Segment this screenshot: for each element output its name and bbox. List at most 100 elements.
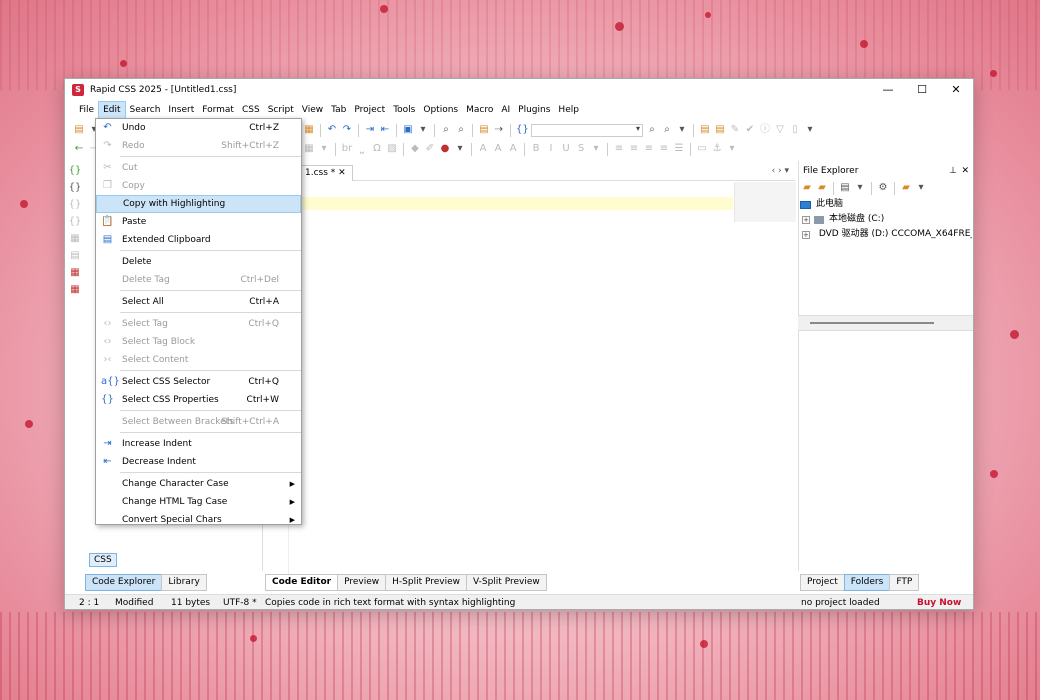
- menu-options[interactable]: Options: [419, 102, 462, 118]
- tree-item-dvd-drive[interactable]: + DVD 驱动器 (D:) CCCOMA_X64FRE_: [800, 227, 972, 242]
- dropdown-arrow-icon[interactable]: ▾: [726, 143, 738, 155]
- menu-tools[interactable]: Tools: [389, 102, 419, 118]
- undo-toolbar-icon[interactable]: ↶: [326, 124, 338, 136]
- folder-up-icon[interactable]: ▰: [801, 182, 813, 194]
- menu-edit[interactable]: Edit: [98, 101, 126, 119]
- font-color-icon[interactable]: A: [477, 143, 489, 155]
- menu-plugins[interactable]: Plugins: [514, 102, 554, 118]
- maximize-button[interactable]: ☐: [905, 79, 939, 101]
- lock-icon[interactable]: ▯: [789, 124, 801, 136]
- find-in-files-icon[interactable]: ▤: [478, 124, 490, 136]
- font-size-icon[interactable]: A: [492, 143, 504, 155]
- view-mode-icon[interactable]: ▤: [839, 182, 851, 194]
- css-file-icon[interactable]: ▦: [68, 266, 82, 280]
- paste-toolbar-icon[interactable]: ▦: [303, 124, 315, 136]
- menu-item-delete[interactable]: Delete: [96, 253, 301, 271]
- search-combo[interactable]: [531, 123, 643, 137]
- menu-item-increase-indent[interactable]: ⇥ Increase Indent: [96, 435, 301, 453]
- find-icon[interactable]: ⌕: [440, 124, 452, 136]
- menu-item-decrease-indent[interactable]: ⇤ Decrease Indent: [96, 453, 301, 471]
- menu-script[interactable]: Script: [264, 102, 298, 118]
- bracket-icon[interactable]: {}: [516, 124, 529, 136]
- menu-macro[interactable]: Macro: [462, 102, 497, 118]
- menu-project[interactable]: Project: [350, 102, 389, 118]
- image-icon[interactable]: ▧: [386, 143, 398, 155]
- uncomment-icon[interactable]: ▤: [714, 124, 726, 136]
- menu-item-convert-special-chars[interactable]: Convert Special Chars ▶: [96, 511, 301, 529]
- expand-icon[interactable]: +: [802, 230, 810, 239]
- menu-item-change-character-case[interactable]: Change Character Case ▶: [96, 475, 301, 493]
- braces-icon[interactable]: {}: [68, 215, 82, 229]
- goto-icon[interactable]: ⇢: [493, 124, 505, 136]
- document-tab[interactable]: 1.css * ✕: [298, 165, 353, 181]
- gear-icon[interactable]: ⚙: [877, 182, 889, 194]
- panel-close-icon[interactable]: ✕: [961, 163, 969, 179]
- menu-format[interactable]: Format: [198, 102, 238, 118]
- menu-file[interactable]: File: [75, 102, 98, 118]
- tree-item-local-disk[interactable]: + 本地磁盘 (C:): [800, 212, 972, 227]
- align-center-icon[interactable]: ≡: [628, 143, 640, 155]
- list-icon[interactable]: ☰: [673, 143, 685, 155]
- info-icon[interactable]: ⓘ: [759, 124, 771, 136]
- dropdown-arrow-icon[interactable]: ▾: [915, 182, 927, 194]
- tab-v-split-preview[interactable]: V-Split Preview: [466, 574, 547, 591]
- paint-icon[interactable]: ◆: [409, 143, 421, 155]
- find-prev-icon[interactable]: ⌕: [661, 124, 673, 136]
- tab-preview[interactable]: Preview: [337, 574, 387, 591]
- grid-icon[interactable]: ▦: [68, 232, 82, 246]
- space-icon[interactable]: ⎵: [356, 143, 368, 155]
- dropdown-arrow-icon[interactable]: ▾: [804, 124, 816, 136]
- code-editor[interactable]: [265, 161, 795, 571]
- strikethrough-icon[interactable]: S: [575, 143, 587, 155]
- tab-navigation[interactable]: ‹ › ▾: [772, 166, 789, 176]
- tab-code-explorer[interactable]: Code Explorer: [85, 574, 163, 591]
- tab-library[interactable]: Library: [161, 574, 207, 591]
- menu-tab[interactable]: Tab: [327, 102, 350, 118]
- dropdown-arrow-icon[interactable]: ▾: [854, 182, 866, 194]
- menu-view[interactable]: View: [298, 102, 327, 118]
- anchor-icon[interactable]: ⚓: [711, 143, 723, 155]
- view-toolbar-icon[interactable]: ▣: [402, 124, 414, 136]
- menu-item-extended-clipboard[interactable]: ▤ Extended Clipboard: [96, 231, 301, 249]
- menu-help[interactable]: Help: [554, 102, 583, 118]
- dropdown-arrow-icon[interactable]: ▾: [454, 143, 466, 155]
- menu-item-copy-with-highlighting[interactable]: Copy with Highlighting: [96, 195, 301, 213]
- tab-ftp[interactable]: FTP: [889, 574, 920, 591]
- menu-item-select-css-properties[interactable]: {} Select CSS Properties Ctrl+W: [96, 391, 301, 409]
- explorer-splitter[interactable]: [798, 315, 973, 331]
- brush-icon[interactable]: ✐: [424, 143, 436, 155]
- indent-toolbar-icon[interactable]: ⇥: [364, 124, 376, 136]
- menu-ai[interactable]: AI: [497, 102, 514, 118]
- tab-close-icon[interactable]: ✕: [338, 168, 346, 178]
- frame-icon[interactable]: ▭: [696, 143, 708, 155]
- css-badge[interactable]: CSS: [89, 553, 117, 567]
- minimap[interactable]: [734, 182, 796, 222]
- bold-icon[interactable]: B: [530, 143, 542, 155]
- outdent-toolbar-icon[interactable]: ⇤: [379, 124, 391, 136]
- replace-icon[interactable]: ⌕: [455, 124, 467, 136]
- folder-refresh-icon[interactable]: ▰: [816, 182, 828, 194]
- tree-item-this-pc[interactable]: 此电脑: [800, 197, 972, 212]
- buy-now-link[interactable]: Buy Now: [917, 595, 961, 609]
- menu-css[interactable]: CSS: [238, 102, 264, 118]
- braces-icon[interactable]: {}: [68, 198, 82, 212]
- comment-icon[interactable]: ▤: [699, 124, 711, 136]
- encoding[interactable]: UTF-8 *: [223, 595, 257, 609]
- tab-project[interactable]: Project: [800, 574, 845, 591]
- font-size-down-icon[interactable]: A: [507, 143, 519, 155]
- align-right-icon[interactable]: ≡: [643, 143, 655, 155]
- css-rule-icon[interactable]: {}: [68, 164, 82, 178]
- menu-item-select-all[interactable]: Select All Ctrl+A: [96, 293, 301, 311]
- filter-icon[interactable]: ▽: [774, 124, 786, 136]
- underline-icon[interactable]: U: [560, 143, 572, 155]
- dropdown-arrow-icon[interactable]: ▾: [318, 143, 330, 155]
- validate-icon[interactable]: ✔: [744, 124, 756, 136]
- pin-icon[interactable]: ⊥: [949, 163, 957, 179]
- color-picker-icon[interactable]: ●: [439, 143, 451, 155]
- italic-icon[interactable]: I: [545, 143, 557, 155]
- omega-icon[interactable]: Ω: [371, 143, 383, 155]
- close-button[interactable]: ✕: [939, 79, 973, 101]
- menu-search[interactable]: Search: [126, 102, 165, 118]
- table-icon[interactable]: ▦: [303, 143, 315, 155]
- tab-folders[interactable]: Folders: [843, 574, 891, 591]
